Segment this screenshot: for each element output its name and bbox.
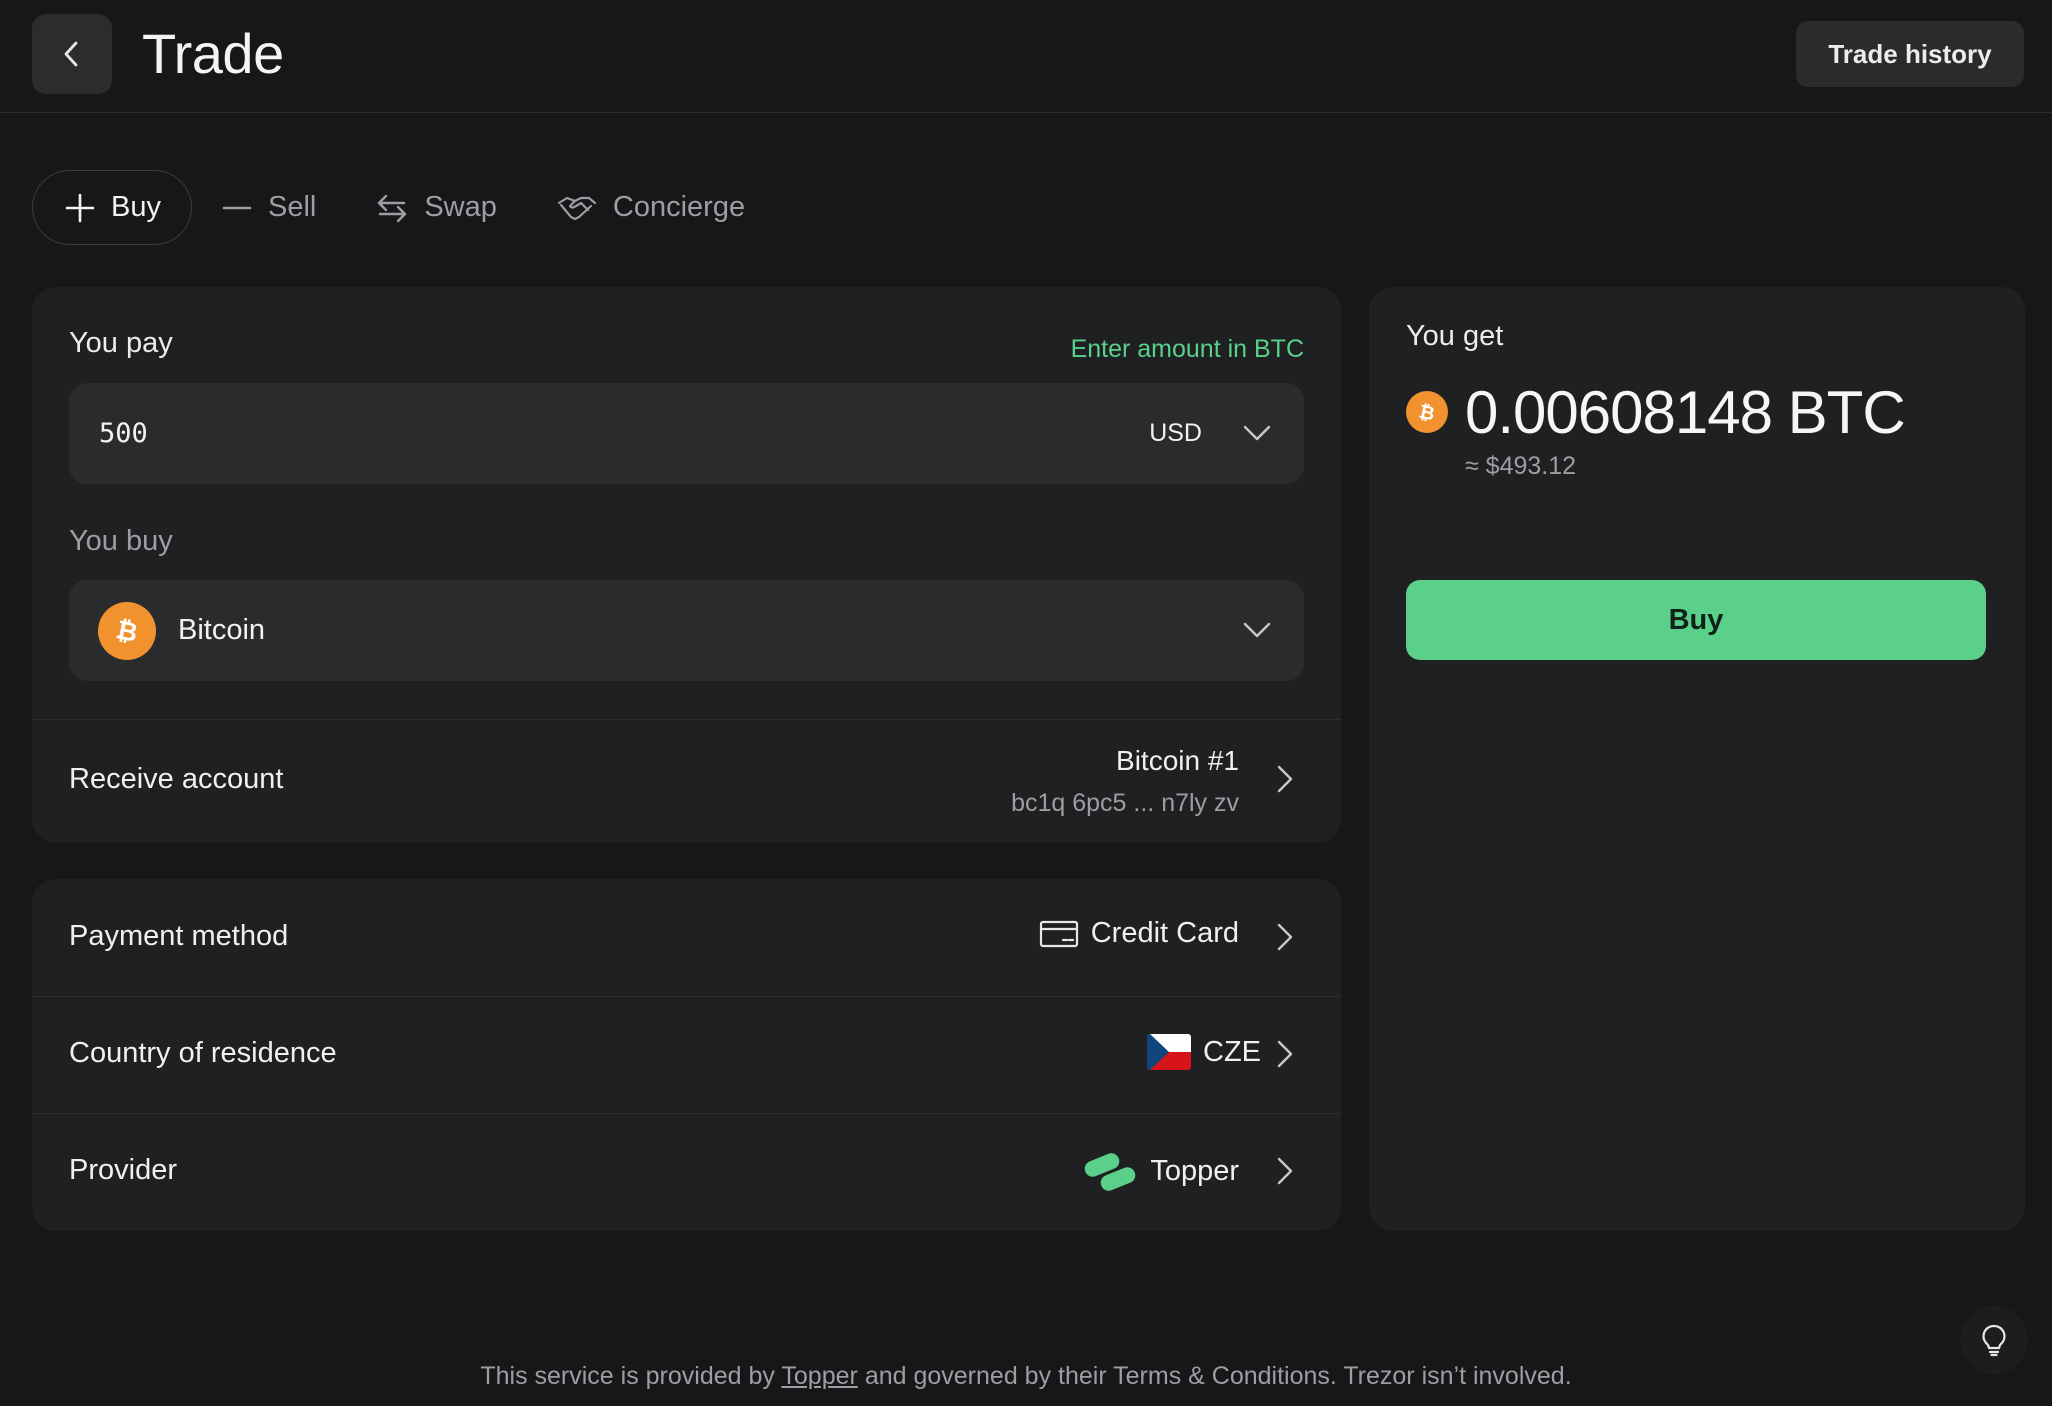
svg-text:₿: ₿: [1417, 401, 1437, 425]
enter-amount-in-btc-link[interactable]: Enter amount in BTC: [1071, 335, 1304, 364]
payment-method-value: Credit Card: [1039, 917, 1239, 950]
amount-field[interactable]: 500 USD: [69, 383, 1304, 484]
provider-label: Provider: [69, 1154, 177, 1186]
get-fiat-value: ≈ $493.12: [1465, 452, 1577, 480]
coin-select[interactable]: ₿ Bitcoin: [69, 580, 1304, 681]
swap-arrows-icon: [378, 194, 407, 222]
payment-method-text: Credit Card: [1090, 917, 1239, 949]
page-title: Trade: [142, 22, 284, 85]
you-get-label: You get: [1406, 320, 1504, 352]
plus-icon: [65, 193, 95, 222]
trade-history-button[interactable]: Trade history: [1796, 21, 2024, 87]
receive-account-name: Bitcoin #1: [1116, 745, 1239, 776]
credit-card-icon: [1039, 920, 1078, 947]
provider-value: Topper: [1082, 1149, 1239, 1193]
chevron-left-icon: [64, 41, 78, 67]
chevron-right-icon[interactable]: [1275, 1038, 1295, 1070]
footer-prefix: This service is provided by: [480, 1362, 775, 1390]
chevron-down-icon[interactable]: [1242, 618, 1272, 642]
tab-sell-label: Sell: [267, 191, 317, 223]
buy-button[interactable]: Buy: [1406, 580, 1986, 660]
pay-card: You pay Enter amount in BTC 500 USD You …: [32, 287, 1341, 843]
tips-button[interactable]: [1960, 1306, 2028, 1374]
country-value: CZE: [1147, 1034, 1261, 1070]
receive-account-address: bc1q 6pc5 ... n7ly zv: [1011, 789, 1239, 817]
payment-details-card: Payment method Credit Card Country of re…: [32, 879, 1341, 1231]
bitcoin-icon: ₿: [98, 602, 156, 660]
lightbulb-icon: [1982, 1324, 2006, 1357]
payment-method-label: Payment method: [69, 920, 289, 952]
footer-suffix: and governed by their Terms & Conditions…: [864, 1362, 1572, 1390]
you-buy-label: You buy: [69, 525, 173, 557]
back-button[interactable]: [32, 14, 112, 94]
topper-link[interactable]: Topper: [781, 1362, 857, 1390]
country-text: CZE: [1203, 1035, 1261, 1068]
tab-buy-label: Buy: [111, 191, 161, 223]
country-label: Country of residence: [69, 1037, 337, 1069]
tab-sell[interactable]: Sell: [192, 170, 346, 245]
chevron-right-icon[interactable]: [1275, 921, 1295, 953]
divider: [32, 719, 1341, 720]
currency-select[interactable]: USD: [1149, 383, 1202, 484]
coin-name: Bitcoin: [178, 614, 266, 646]
receive-account-label: Receive account: [69, 763, 284, 795]
chevron-down-icon[interactable]: [1242, 421, 1272, 445]
tab-concierge-label: Concierge: [612, 191, 746, 223]
chevron-right-icon[interactable]: [1275, 1155, 1295, 1187]
czech-flag-icon: [1147, 1034, 1191, 1070]
amount-input[interactable]: 500: [99, 383, 148, 484]
divider: [32, 996, 1341, 997]
svg-text:₿: ₿: [113, 615, 140, 648]
tab-concierge[interactable]: Concierge: [527, 170, 775, 245]
minus-icon: [222, 206, 252, 209]
you-pay-label: You pay: [69, 327, 173, 359]
topper-logo-icon: [1085, 1153, 1136, 1191]
header: Trade Trade history: [0, 0, 2052, 113]
you-get-card: You get ₿ 0.00608148 BTC ≈ $493.12 Buy: [1369, 287, 2025, 1231]
divider: [32, 1113, 1341, 1114]
provider-text: Topper: [1150, 1154, 1239, 1187]
get-amount: 0.00608148 BTC: [1465, 379, 1906, 446]
tab-buy[interactable]: Buy: [32, 170, 192, 245]
chevron-right-icon[interactable]: [1275, 763, 1295, 795]
bitcoin-icon: ₿: [1406, 391, 1448, 433]
trade-tabs: Buy Sell Swap Concierge: [32, 170, 775, 245]
footer-disclaimer: This service is provided by Topper and g…: [0, 1362, 2052, 1391]
handshake-icon: [557, 196, 596, 220]
tab-swap-label: Swap: [424, 191, 497, 223]
tab-swap[interactable]: Swap: [346, 170, 527, 245]
